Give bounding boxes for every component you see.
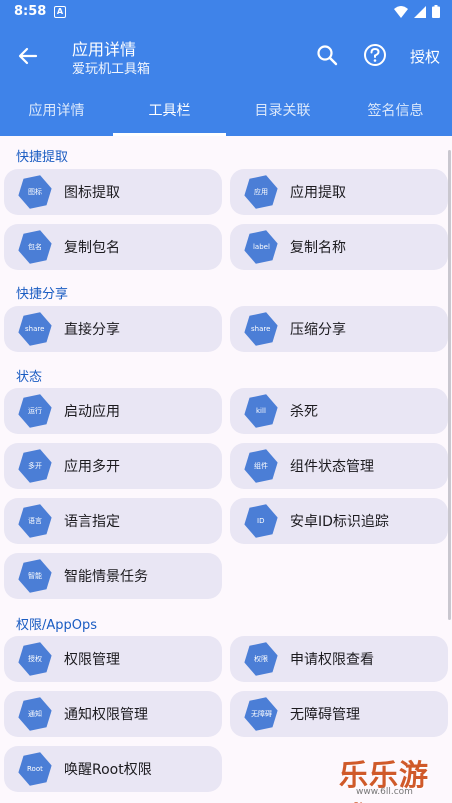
tool-button[interactable]: 图标 图标提取: [4, 169, 222, 215]
tool-button[interactable]: 授权 权限管理: [4, 636, 222, 682]
tool-button[interactable]: 通知 通知权限管理: [4, 691, 222, 737]
tool-hex-icon: ID: [241, 501, 281, 541]
tool-button[interactable]: share 压缩分享: [230, 306, 448, 352]
tab-signature-info[interactable]: 签名信息: [339, 88, 452, 136]
back-arrow-icon[interactable]: [14, 42, 42, 70]
tool-icon-text: kill: [256, 407, 266, 416]
tool-button-label: 权限管理: [64, 652, 120, 668]
tool-icon-text: 运行: [28, 407, 42, 415]
scrollbar[interactable]: [448, 150, 451, 620]
tab-toolbar[interactable]: 工具栏: [113, 88, 226, 136]
tool-button[interactable]: label 复制名称: [230, 224, 448, 270]
tool-icon-text: 语言: [28, 517, 42, 525]
tool-button-label: 应用提取: [290, 185, 346, 201]
tool-button-label: 复制名称: [290, 240, 346, 256]
tool-icon-text: share: [251, 325, 271, 333]
battery-icon: [432, 5, 440, 18]
tool-icon-text: label: [252, 243, 270, 251]
tool-icon-text: ID: [257, 517, 265, 525]
section-title: 权限/AppOps: [16, 618, 98, 633]
tool-hex-icon: 通知: [15, 694, 55, 734]
tool-button[interactable]: 运行 启动应用: [4, 388, 222, 434]
help-icon[interactable]: [362, 42, 388, 68]
search-icon[interactable]: [314, 42, 340, 68]
watermark-url: www.6ll.com: [356, 787, 413, 797]
tool-button-label: 应用多开: [64, 459, 120, 475]
tool-button[interactable]: 无障碍 无障碍管理: [230, 691, 448, 737]
wifi-icon: [394, 5, 408, 18]
tool-hex-icon: 权限: [241, 639, 281, 679]
tab-directory-association[interactable]: 目录关联: [226, 88, 339, 136]
tool-icon-text: 授权: [28, 655, 42, 663]
tool-button-label: 启动应用: [64, 404, 120, 420]
tool-hex-icon: 多开: [15, 446, 55, 486]
tool-icon-text: 无障碍: [250, 710, 272, 718]
tool-hex-icon: share: [15, 309, 55, 349]
tool-icon-text: 智能: [28, 572, 42, 580]
tool-hex-icon: 包名: [15, 227, 55, 267]
tool-icon-text: 图标: [28, 188, 42, 196]
tool-icon-text: 权限: [254, 655, 268, 663]
tool-button-label: 图标提取: [64, 185, 120, 201]
tool-hex-icon: label: [241, 227, 281, 267]
tool-hex-icon: 语言: [15, 501, 55, 541]
tool-button-label: 直接分享: [64, 322, 120, 338]
status-bar: 8:58 A: [0, 0, 452, 24]
tool-hex-icon: kill: [241, 391, 281, 431]
tool-button[interactable]: ID 安卓ID标识追踪: [230, 498, 448, 544]
tool-button[interactable]: 应用 应用提取: [230, 169, 448, 215]
tool-icon-text: 通知: [28, 710, 42, 718]
tool-button-label: 杀死: [290, 404, 318, 420]
tool-icon-text: 包名: [28, 243, 42, 251]
tool-hex-icon: 图标: [15, 172, 55, 212]
section-title: 快捷提取: [16, 150, 69, 165]
tab-app-details[interactable]: 应用详情: [0, 88, 113, 136]
authorize-button[interactable]: 授权: [410, 46, 440, 67]
signal-icon: [414, 5, 426, 18]
tool-hex-icon: 授权: [15, 639, 55, 679]
page-title: 应用详情: [72, 40, 137, 59]
section-title: 快捷分享: [16, 287, 69, 302]
tool-button-label: 申请权限查看: [290, 652, 374, 668]
tool-icon-text: share: [25, 325, 45, 333]
tool-button[interactable]: 包名 复制包名: [4, 224, 222, 270]
tool-button-label: 复制包名: [64, 240, 120, 256]
system-icons: [394, 5, 440, 18]
tool-hex-icon: 智能: [15, 556, 55, 596]
tool-button-label: 智能情景任务: [64, 569, 148, 585]
tool-button-label: 通知权限管理: [64, 707, 148, 723]
tool-button[interactable]: 权限 申请权限查看: [230, 636, 448, 682]
tool-hex-icon: Root: [15, 749, 55, 789]
tool-icon-text: 应用: [254, 188, 268, 196]
tool-hex-icon: 应用: [241, 172, 281, 212]
tool-icon-text: Root: [27, 765, 43, 774]
tool-button[interactable]: 组件 组件状态管理: [230, 443, 448, 489]
tool-button-label: 安卓ID标识追踪: [290, 514, 389, 530]
tool-button-label: 无障碍管理: [290, 707, 360, 723]
tool-button[interactable]: kill 杀死: [230, 388, 448, 434]
section-title: 状态: [16, 370, 43, 385]
tool-button-label: 压缩分享: [290, 322, 346, 338]
tool-hex-icon: 运行: [15, 391, 55, 431]
tool-hex-icon: 组件: [241, 446, 281, 486]
tool-button[interactable]: 语言 语言指定: [4, 498, 222, 544]
tool-button[interactable]: Root 唤醒Root权限: [4, 746, 222, 792]
tool-icon-text: 组件: [254, 462, 268, 470]
tool-button[interactable]: 智能 智能情景任务: [4, 553, 222, 599]
tool-button[interactable]: share 直接分享: [4, 306, 222, 352]
page-subtitle: 爱玩机工具箱: [72, 62, 151, 77]
tool-list[interactable]: 快捷提取图标 图标提取 应用 应用提取包名 复制包名 label 复制名称快捷分享 share…: [0, 136, 452, 803]
tool-button-label: 组件状态管理: [290, 459, 374, 475]
notification-icon: A: [54, 6, 66, 18]
tab-bar: 应用详情 工具栏 目录关联 签名信息: [0, 88, 452, 136]
tool-button[interactable]: 多开 应用多开: [4, 443, 222, 489]
app-bar: 应用详情 爱玩机工具箱 授权: [0, 24, 452, 88]
tool-icon-text: 多开: [28, 462, 42, 470]
tool-hex-icon: 无障碍: [241, 694, 281, 734]
tool-hex-icon: share: [241, 309, 281, 349]
status-time: 8:58: [14, 4, 47, 19]
tool-button-label: 语言指定: [64, 514, 120, 530]
tool-button-label: 唤醒Root权限: [64, 762, 152, 778]
